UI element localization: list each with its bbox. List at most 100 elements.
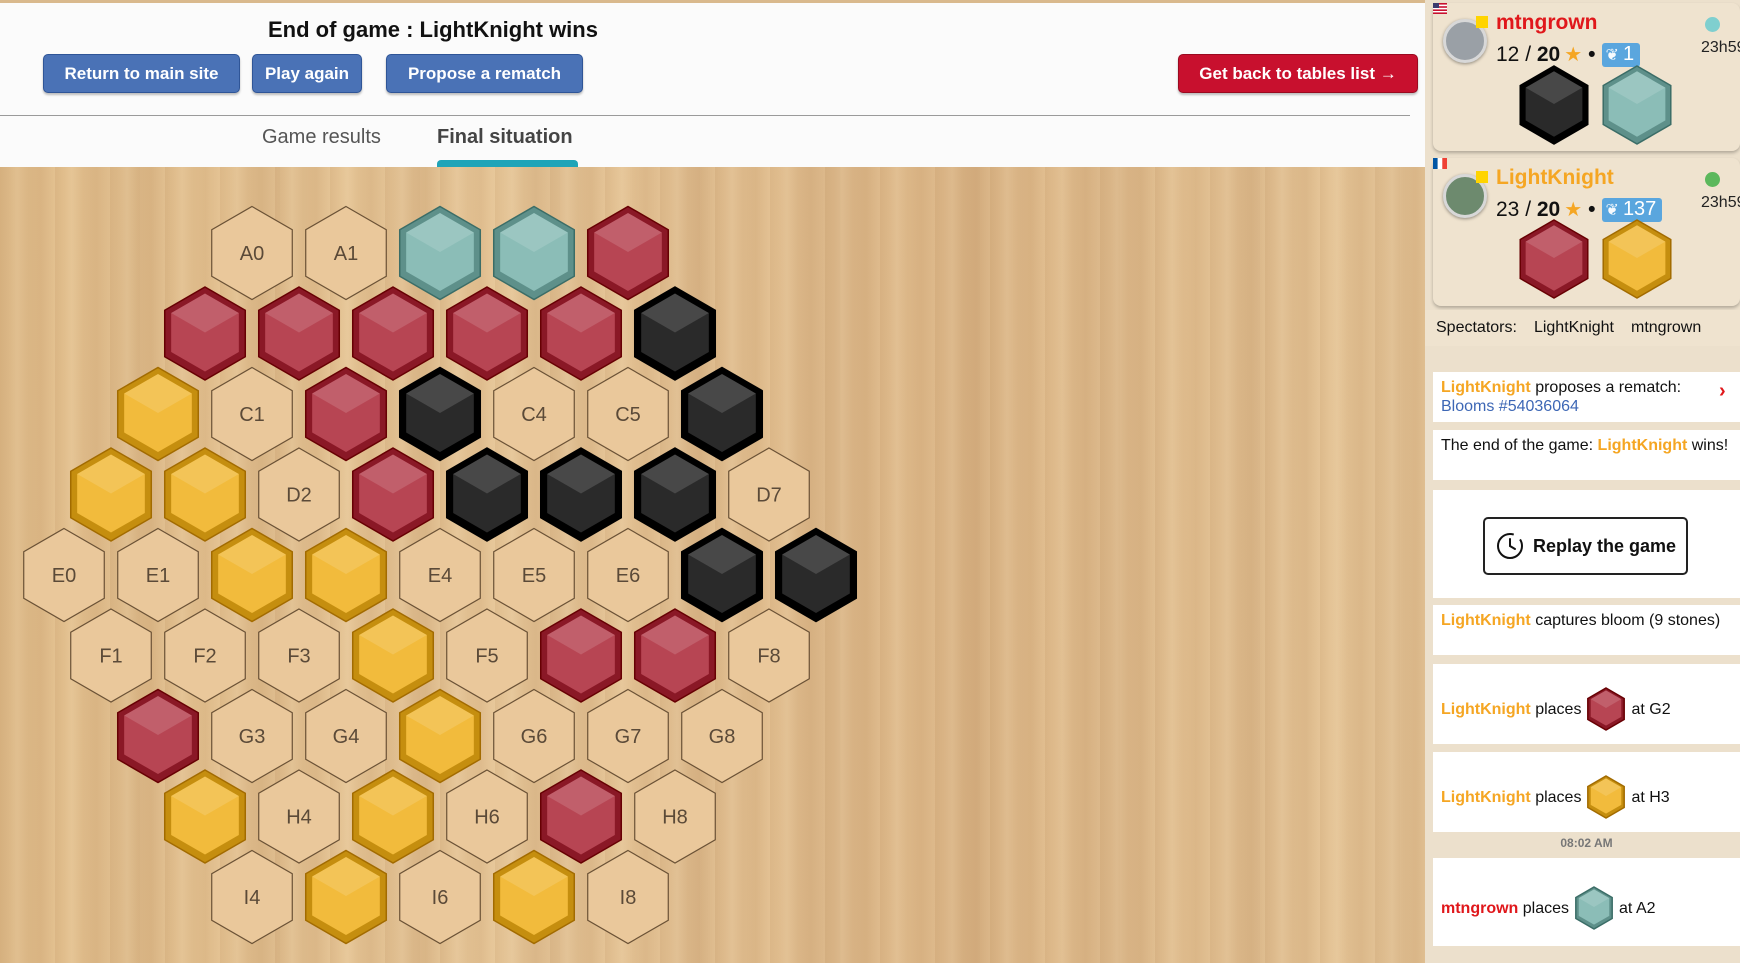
cell-label: I4: [244, 887, 261, 909]
hex-cell-c5[interactable]: C5: [587, 366, 669, 462]
hex-cell-f8[interactable]: F8: [728, 608, 810, 703]
hex-cell-b5: [633, 286, 717, 381]
hex-cell-h7: [539, 769, 623, 864]
log-timestamp: 08:02 AM: [1560, 836, 1613, 850]
hex-cell-g4[interactable]: G4: [305, 688, 387, 784]
chevron-right-icon[interactable]: ›: [1719, 381, 1726, 401]
hex-cell-h4[interactable]: H4: [258, 769, 340, 864]
cell-label: F8: [757, 646, 780, 668]
player-card-lightknight: LightKnight 23 / 20 ★ • ❦137 23h59: [1433, 158, 1740, 306]
hex-cell-e0[interactable]: E0: [23, 527, 105, 623]
red-stone-icon: [1587, 687, 1626, 731]
hex-cell-a0[interactable]: A0: [211, 205, 293, 301]
hex-cell-f4: [351, 608, 435, 703]
hex-cell-f3[interactable]: F3: [258, 608, 340, 703]
cell-label: H6: [474, 807, 500, 829]
player-link[interactable]: LightKnight: [1441, 612, 1531, 629]
spectator-name[interactable]: LightKnight: [1534, 319, 1614, 337]
hex-cell-d3: [351, 447, 435, 542]
propose-rematch-button[interactable]: Propose a rematch: [386, 54, 583, 93]
hex-cell-a3: [492, 205, 576, 301]
hex-cell-f6: [539, 608, 623, 703]
spectators-bar: Spectators: LightKnight mtngrown: [1425, 310, 1740, 346]
hex-cell-h8[interactable]: H8: [634, 769, 716, 864]
hex-cell-b2: [351, 286, 435, 381]
hex-cell-f7: [633, 608, 717, 703]
yellow-stone-icon: [1587, 775, 1626, 819]
cell-label: G3: [239, 726, 266, 748]
hex-cell-c1[interactable]: C1: [211, 366, 293, 462]
back-to-tables-button[interactable]: Get back to tables list →: [1178, 54, 1418, 93]
hex-cell-i4[interactable]: I4: [211, 849, 293, 945]
cell-label: E1: [146, 565, 170, 587]
player-card-mtngrown: mtngrown 12 / 20 ★ • ❦1 23h59: [1433, 3, 1740, 151]
player-link[interactable]: LightKnight: [1441, 788, 1531, 807]
tab-final-situation[interactable]: Final situation: [437, 126, 573, 149]
player-link[interactable]: mtngrown: [1441, 899, 1518, 918]
hex-cell-f1[interactable]: F1: [70, 608, 152, 703]
hex-cell-d7[interactable]: D7: [728, 447, 810, 542]
hex-cell-c6: [680, 366, 764, 462]
hex-cell-e6[interactable]: E6: [587, 527, 669, 623]
hex-cell-d2[interactable]: D2: [258, 447, 340, 542]
hex-cell-d0: [69, 447, 153, 542]
hex-cell-c3: [398, 366, 482, 462]
hex-cell-g7[interactable]: G7: [587, 688, 669, 784]
hex-cell-h3: [163, 769, 247, 864]
hex-cell-e1[interactable]: E1: [117, 527, 199, 623]
cell-label: F2: [193, 646, 216, 668]
hex-cell-e5[interactable]: E5: [493, 527, 575, 623]
hex-cell-g8[interactable]: G8: [681, 688, 763, 784]
hex-cell-a2: [398, 205, 482, 301]
hex-cell-g3[interactable]: G3: [211, 688, 293, 784]
cell-label: A0: [240, 243, 264, 265]
yellow-stone: [1602, 219, 1672, 299]
hex-cell-e4[interactable]: E4: [399, 527, 481, 623]
cell-label: C4: [521, 404, 547, 426]
cell-label: C1: [239, 404, 265, 426]
yellow-stone: [1587, 775, 1626, 819]
hex-cell-b0: [163, 286, 247, 381]
hex-cell-g6[interactable]: G6: [493, 688, 575, 784]
cell-label: H8: [662, 807, 688, 829]
hex-cell-e8: [774, 527, 858, 623]
cell-label: D7: [756, 485, 782, 507]
return-main-site-button[interactable]: Return to main site: [43, 54, 240, 93]
cell-label: E5: [522, 565, 546, 587]
cell-label: C5: [615, 404, 641, 426]
hex-cell-b1: [257, 286, 341, 381]
player-link[interactable]: LightKnight: [1441, 379, 1531, 396]
spectator-name[interactable]: mtngrown: [1631, 319, 1701, 337]
hex-cell-e2: [210, 527, 294, 623]
black-stone-icon: [1519, 65, 1589, 145]
hex-cell-d4: [445, 447, 529, 542]
hex-cell-a1[interactable]: A1: [305, 205, 387, 301]
cell-label: A1: [334, 243, 358, 265]
hex-cell-i8[interactable]: I8: [587, 849, 669, 945]
cell-label: E6: [616, 565, 640, 587]
header-divider: [0, 115, 1410, 116]
cell-label: G7: [615, 726, 642, 748]
teal-stone: [1575, 886, 1613, 930]
spectators-label: Spectators:: [1436, 319, 1517, 336]
cell-label: F1: [99, 646, 122, 668]
hex-cell-f2[interactable]: F2: [164, 608, 246, 703]
hex-cell-c4[interactable]: C4: [493, 366, 575, 462]
log-entry-capture: LightKnight captures bloom (9 stones): [1433, 605, 1740, 655]
player-link[interactable]: LightKnight: [1441, 700, 1531, 719]
header-top-edge: [0, 0, 1425, 3]
active-tab-indicator: [437, 160, 578, 167]
hex-cell-c2: [304, 366, 388, 462]
hex-cell-h6[interactable]: H6: [446, 769, 528, 864]
yellow-stone-icon: [1602, 219, 1672, 299]
play-again-button[interactable]: Play again: [252, 54, 362, 93]
hex-cell-i6[interactable]: I6: [399, 849, 481, 945]
hex-cell-h5: [351, 769, 435, 864]
red-stone: [1519, 219, 1589, 299]
tab-game-results[interactable]: Game results: [262, 126, 381, 149]
replay-game-button[interactable]: Replay the game: [1483, 517, 1688, 575]
hex-cell-f5[interactable]: F5: [446, 608, 528, 703]
player-link[interactable]: LightKnight: [1598, 437, 1688, 454]
rematch-table-link[interactable]: Blooms #54036064: [1441, 398, 1579, 415]
player-colors: [1519, 65, 1672, 145]
